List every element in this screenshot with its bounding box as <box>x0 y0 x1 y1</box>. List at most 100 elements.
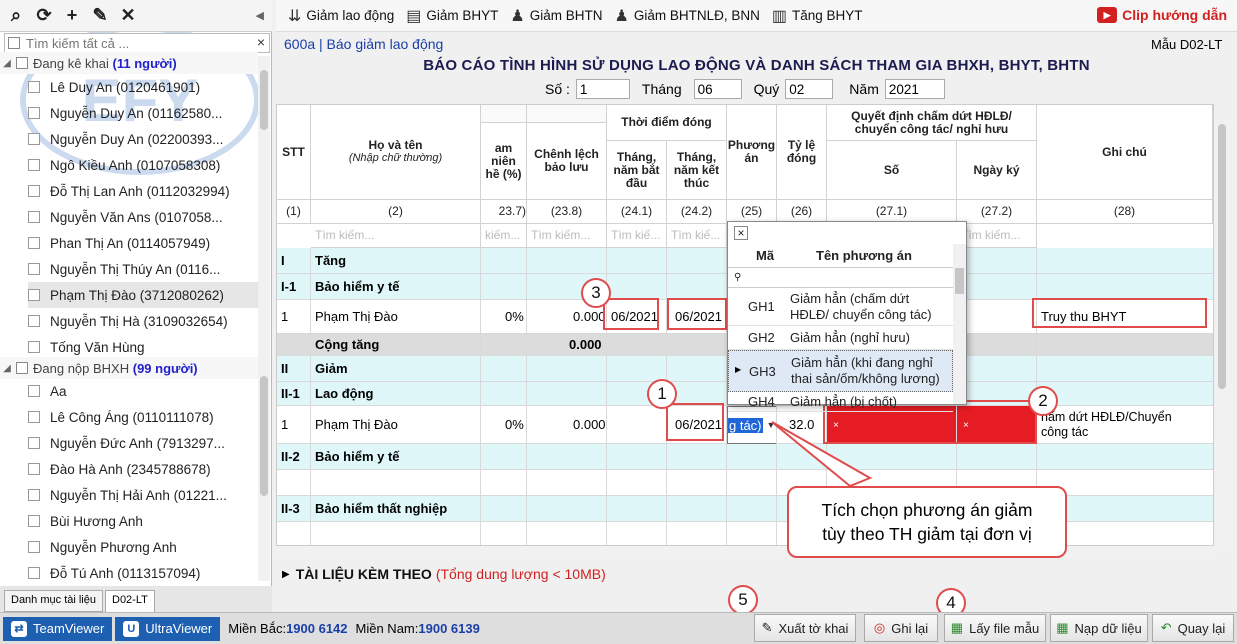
giam-bhyt-button[interactable]: ▤ Giảm BHYT <box>406 6 498 26</box>
employee-checkbox[interactable] <box>28 489 40 501</box>
employee-list-item[interactable]: Bùi Hương Anh <box>28 508 258 534</box>
employee-checkbox[interactable] <box>28 437 40 449</box>
employee-list-item[interactable]: Nguyễn Thị Hải Anh (01221... <box>28 482 258 508</box>
row-name[interactable]: Phạm Thị Đào <box>315 300 398 333</box>
employee-list-item[interactable]: Nguyễn Phương Anh <box>28 534 258 560</box>
tab-d02lt[interactable]: D02-LT <box>105 590 155 612</box>
quay-lai-button[interactable]: ↶ Quay lại <box>1152 614 1234 642</box>
so-input[interactable] <box>575 79 630 99</box>
nam-input[interactable] <box>884 79 945 99</box>
employee-checkbox[interactable] <box>28 541 40 553</box>
employee-checkbox[interactable] <box>28 185 40 197</box>
ultraviewer-button[interactable]: U UltraViewer <box>115 616 221 641</box>
filter-input[interactable]: Tìm kiế... <box>607 224 667 248</box>
delete-icon[interactable]: ✕ <box>118 5 138 26</box>
lay-file-mau-button[interactable]: ▦ Lấy file mẫu <box>944 614 1046 642</box>
employee-list-item[interactable]: Đỗ Thị Lan Anh (0112032994) <box>28 178 258 204</box>
employee-list-item[interactable]: Nguyễn Thị Hà (3109032654) <box>28 308 258 334</box>
add-icon[interactable]: + <box>62 5 82 26</box>
employee-checkbox[interactable] <box>28 289 40 301</box>
tab-danh-muc[interactable]: Danh mục tài liệu <box>4 590 103 612</box>
search-input[interactable] <box>26 35 246 51</box>
clip-huong-dan-button[interactable]: ▶ Clip hướng dẫn <box>1097 7 1227 23</box>
scroll-thumb[interactable] <box>955 268 964 294</box>
employee-checkbox[interactable] <box>28 515 40 527</box>
popup-option-row[interactable]: GH1 Giảm hẳn (chấm dứt HĐLĐ/ chuyển công … <box>728 288 953 326</box>
employee-checkbox[interactable] <box>28 341 40 353</box>
expand-icon[interactable]: ◢ <box>0 58 14 69</box>
popup-option-row[interactable]: ▶ GH3 Giảm hẳn (khi đang nghỉ thai sản/ốm/… <box>728 350 953 392</box>
section-row[interactable]: II-2 Bảo hiểm y tế <box>277 444 1213 470</box>
employee-list-item[interactable]: Ngô Kiều Anh (0107058308) <box>28 152 258 178</box>
employee-list-item[interactable]: Nguyễn Duy An (01162580... <box>28 100 258 126</box>
scroll-thumb[interactable] <box>260 70 268 130</box>
row-pct[interactable]: 0% <box>505 406 524 443</box>
nap-du-lieu-button[interactable]: ▦ Nạp dữ liệu <box>1050 614 1148 642</box>
edit-icon[interactable]: ✎ <box>90 5 110 26</box>
employee-list-item[interactable]: Nguyễn Văn Ans (0107058... <box>28 204 258 230</box>
expand-icon[interactable]: ◢ <box>0 363 14 374</box>
grid-vscrollbar[interactable] <box>1214 120 1230 546</box>
giam-bhtn-button[interactable]: ♟ Giảm BHTN <box>510 6 602 26</box>
group-dang-nop[interactable]: ◢ Đang nộp BHXH (99 người) <box>0 357 258 379</box>
employee-checkbox[interactable] <box>28 237 40 249</box>
search-all[interactable]: × <box>4 33 270 53</box>
employee-checkbox[interactable] <box>28 107 40 119</box>
tang-bhyt-button[interactable]: ▥ Tăng BHYT <box>772 6 863 26</box>
employee-checkbox[interactable] <box>28 81 40 93</box>
thang-input[interactable] <box>693 79 742 99</box>
teamviewer-button[interactable]: ⇄ TeamViewer <box>3 616 113 641</box>
employee-list-item[interactable]: Aa <box>28 378 258 404</box>
clear-search-icon[interactable]: × <box>257 34 265 50</box>
close-icon[interactable]: × <box>734 226 748 240</box>
filter-input[interactable]: Tìm kiếm... <box>527 224 607 248</box>
filter-input[interactable]: kiếm... <box>481 224 527 248</box>
grid-hscrollbar[interactable] <box>276 546 1214 558</box>
employee-list-item[interactable]: Phạm Thị Đào (3712080262) <box>28 282 258 308</box>
popup-option-row[interactable]: GH2 Giảm hẳn (nghỉ hưu) <box>728 326 953 350</box>
employee-list-item[interactable]: Nguyễn Thị Thúy An (0116... <box>28 256 258 282</box>
row-ghi-chu[interactable]: hấm dứt HĐLĐ/Chuyển công tác <box>1041 406 1172 443</box>
popup-filter-row[interactable]: ⚲ <box>728 268 953 288</box>
employee-list-item[interactable]: Lê Công Áng (0110111078) <box>28 404 258 430</box>
group-dang-ke-khai[interactable]: ◢ Đang kê khai (11 người) <box>0 52 258 74</box>
row-name[interactable]: Phạm Thị Đào <box>315 406 398 443</box>
popup-scrollbar[interactable] <box>953 244 966 404</box>
filter-input[interactable]: Tìm kiế... <box>667 224 727 248</box>
expand-icon[interactable]: ▶ <box>282 569 290 580</box>
employee-checkbox[interactable] <box>28 159 40 171</box>
scroll-thumb[interactable] <box>1218 124 1226 389</box>
row-pct[interactable]: 0% <box>505 300 524 333</box>
giam-bhtnld-button[interactable]: ♟ Giảm BHTNLĐ, BNN <box>614 6 759 26</box>
employee-list-item[interactable]: Nguyễn Duy An (02200393... <box>28 126 258 152</box>
employee-list-item[interactable]: Đỗ Tú Anh (0113157094) <box>28 560 258 586</box>
search-icon[interactable]: ⌕ <box>6 5 26 26</box>
employee-list-item[interactable]: Lê Duy An (0120461901) <box>28 74 258 100</box>
employee-checkbox[interactable] <box>28 463 40 475</box>
refresh-icon[interactable]: ⟳ <box>34 5 54 26</box>
collapse-icon[interactable]: ◀ <box>256 9 264 22</box>
employee-list-item[interactable]: Phan Thị An (0114057949) <box>28 230 258 256</box>
section-row[interactable]: II-3 Bảo hiểm thất nghiệp <box>277 496 1213 522</box>
scroll-thumb[interactable] <box>260 376 268 496</box>
group-checkbox[interactable] <box>16 362 28 374</box>
employee-checkbox[interactable] <box>28 211 40 223</box>
filter-input[interactable]: Tìm kiếm... <box>311 224 481 248</box>
left-scrollbar[interactable] <box>258 56 270 581</box>
giam-lao-dong-button[interactable]: ⇊ Giảm lao động <box>288 6 394 26</box>
employee-checkbox[interactable] <box>28 263 40 275</box>
employee-checkbox[interactable] <box>28 385 40 397</box>
employee-checkbox[interactable] <box>28 567 40 579</box>
employee-checkbox[interactable] <box>28 411 40 423</box>
group-checkbox[interactable] <box>16 57 28 69</box>
quy-input[interactable] <box>785 79 834 99</box>
attachments-bar[interactable]: ▶ TÀI LIỆU KÈM THEO (Tổng dung lượng < 1… <box>276 562 1214 586</box>
popup-option-row[interactable]: GH4 Giảm hẳn (bị chốt) <box>728 392 953 412</box>
employee-list-item[interactable]: Nguyễn Đức Anh (7913297... <box>28 430 258 456</box>
phuong-an-popup[interactable]: × Mã Tên phương án ⚲ GH1 Giảm hẳn (chấm d… <box>727 221 967 412</box>
row-chenh-lech[interactable]: 0.000 <box>573 406 606 443</box>
xuat-to-khai-button[interactable]: ✎ Xuất tờ khai <box>754 614 856 642</box>
filter-input[interactable]: Tìm kiếm... <box>957 224 1037 248</box>
ghi-lai-button[interactable]: ◎ Ghi lại <box>864 614 938 642</box>
employee-checkbox[interactable] <box>28 133 40 145</box>
